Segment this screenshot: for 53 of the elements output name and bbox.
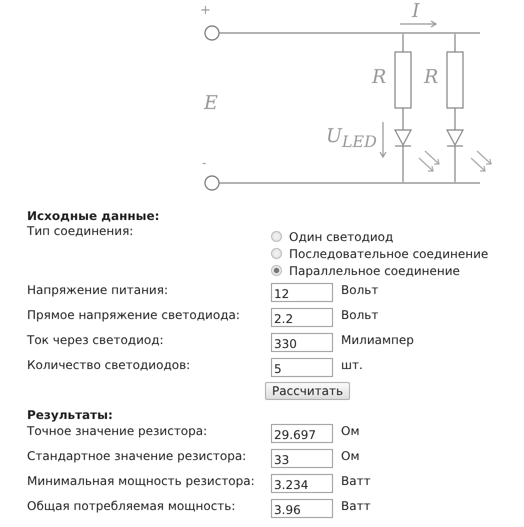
current-arrow-icon (399, 20, 438, 28)
source-label: E (204, 94, 218, 113)
input-field[interactable]: 12 (271, 283, 333, 302)
field-label: Прямое напряжение светодиода: (27, 307, 241, 323)
radio-label[interactable]: Параллельное соединение (289, 264, 460, 278)
input-field[interactable]: 2.2 (271, 308, 333, 327)
radio-button[interactable] (271, 265, 282, 276)
terminal-icon (204, 175, 220, 191)
current-label: I (412, 2, 420, 21)
voltage-arrow-icon (379, 121, 387, 158)
field-label: Стандартное значение резистора: (27, 448, 248, 464)
wire (454, 108, 456, 130)
led-voltage-label: U$_{LED}$ (326, 127, 377, 150)
field-label: Ток через светодиод: (27, 332, 165, 348)
terminal-icon (204, 25, 220, 41)
plus-label: + (200, 4, 211, 17)
resistor-label: R (424, 68, 438, 87)
field-label: Общая потребляемая мощность: (27, 498, 236, 514)
output-field[interactable]: 3.234 (271, 474, 333, 493)
light-arrows-icon (470, 150, 492, 172)
light-arrows-icon (418, 150, 440, 172)
unit-label: Вольт (341, 282, 380, 298)
radio-button[interactable] (271, 231, 282, 242)
unit-label: Ватт (341, 473, 372, 489)
radio-button[interactable] (271, 248, 282, 259)
unit-label: Ом (341, 448, 360, 464)
resistor-label: R (372, 68, 386, 87)
output-field[interactable]: 3.96 (271, 499, 333, 518)
unit-label: Ватт (341, 498, 372, 514)
wire (402, 108, 404, 130)
field-label: Минимальная мощность резистора: (27, 473, 256, 489)
radio-label[interactable]: Последовательное соединение (289, 246, 488, 260)
radio-label[interactable]: Один светодиод (289, 230, 394, 244)
diode-icon (394, 129, 412, 147)
field-label: Количество светодиодов: (27, 357, 192, 373)
field-label: Напряжение питания: (27, 282, 169, 298)
resistor-icon (394, 51, 412, 109)
unit-label: шт. (341, 357, 364, 373)
output-field[interactable]: 33 (271, 449, 333, 468)
input-field[interactable]: 5 (271, 358, 333, 377)
section-heading: Результаты: (27, 407, 114, 423)
unit-label: Ом (341, 423, 360, 439)
resistor-icon (446, 51, 464, 109)
input-field[interactable]: 330 (271, 333, 333, 352)
field-label: Точное значение резистора: (27, 423, 208, 439)
field-label: Тип соединения: (27, 224, 134, 239)
minus-label: - (202, 157, 206, 170)
unit-label: Милиампер (341, 332, 415, 348)
output-field[interactable]: 29.697 (271, 424, 333, 443)
section-heading: Исходные данные: (27, 208, 160, 224)
calculate-button[interactable]: Рассчитать (265, 382, 350, 400)
unit-label: Вольт (341, 307, 380, 323)
diode-icon (446, 129, 464, 147)
